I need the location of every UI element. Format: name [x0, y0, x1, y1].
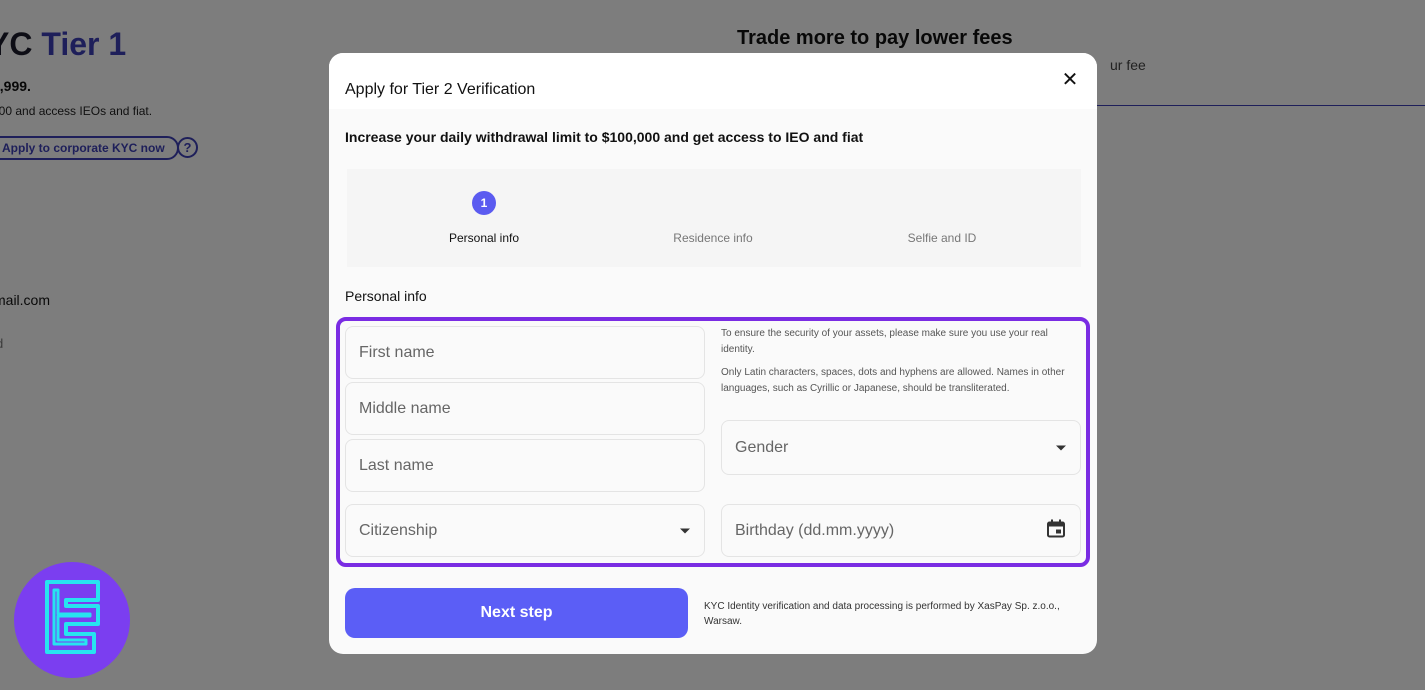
step-number-badge: 1: [472, 191, 496, 215]
calendar-icon[interactable]: [1046, 518, 1066, 543]
last-name-field[interactable]: Last name: [345, 439, 705, 492]
tier2-verification-modal: Apply for Tier 2 Verification ✕ Increase…: [329, 53, 1097, 654]
brand-logo: [14, 562, 130, 678]
chevron-down-icon: [680, 528, 690, 533]
kyc-provider-note: KYC Identity verification and data proce…: [704, 601, 1060, 627]
gender-select[interactable]: Gender: [721, 420, 1081, 475]
gender-placeholder: Gender: [735, 438, 789, 456]
citizenship-select[interactable]: Citizenship: [345, 504, 705, 557]
step-label: Personal info: [448, 231, 520, 245]
birthday-field[interactable]: Birthday (dd.mm.yyyy): [721, 504, 1081, 557]
step-label: Selfie and ID: [907, 231, 977, 245]
close-icon[interactable]: ✕: [1059, 69, 1081, 91]
verification-stepper: 1 Personal info Residence info Selfie an…: [347, 169, 1081, 267]
birthday-placeholder: Birthday (dd.mm.yyyy): [735, 521, 895, 539]
step-label: Residence info: [673, 231, 753, 245]
section-heading: Personal info: [345, 288, 427, 304]
middle-name-field[interactable]: Middle name: [345, 382, 705, 435]
security-hint: To ensure the security of your assets, p…: [721, 328, 1048, 355]
modal-title: Apply for Tier 2 Verification: [345, 81, 536, 98]
latin-characters-hint: Only Latin characters, spaces, dots and …: [721, 367, 1065, 394]
first-name-field[interactable]: First name: [345, 326, 705, 379]
middle-name-placeholder: Middle name: [359, 399, 451, 417]
modal-header: Apply for Tier 2 Verification ✕: [329, 53, 1097, 109]
chevron-down-icon: [1056, 445, 1066, 450]
first-name-placeholder: First name: [359, 343, 435, 361]
next-step-button[interactable]: Next step: [345, 588, 688, 638]
citizenship-placeholder: Citizenship: [359, 521, 438, 539]
logo-mark-icon: [45, 580, 100, 654]
last-name-placeholder: Last name: [359, 456, 434, 474]
modal-subtitle: Increase your daily withdrawal limit to …: [345, 129, 864, 145]
